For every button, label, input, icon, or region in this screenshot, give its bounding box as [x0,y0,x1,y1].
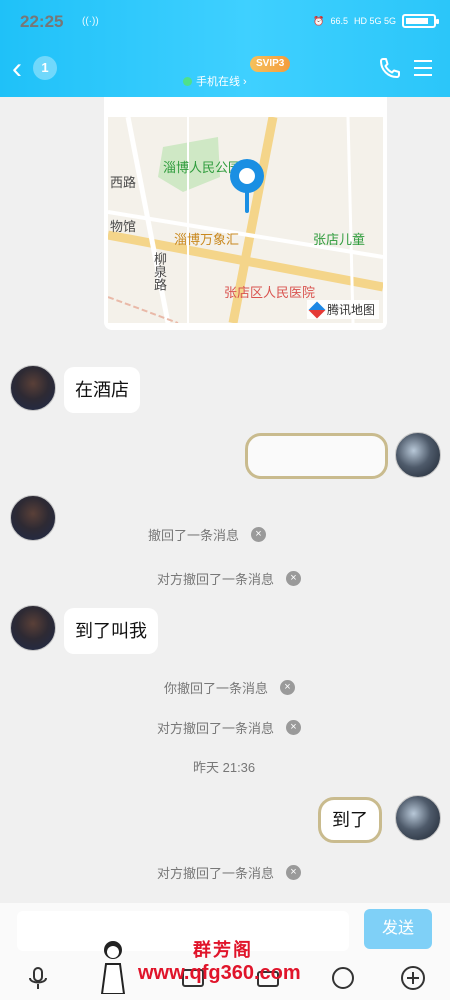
map-label: 西路 [110,175,137,190]
map-attribution-label: 腾讯地图 [326,303,375,317]
map-view[interactable]: 淄博人民公园 西路 物馆 淄博万象汇 张店儿童 柳泉路 张店区人民医院 腾讯地图 [108,117,383,323]
close-icon[interactable]: × [286,865,302,880]
vip-badge: SVIP3 [250,56,291,72]
message-bubble[interactable]: 到了叫我 [64,608,158,654]
microphone-icon[interactable] [25,965,51,991]
online-status[interactable]: 手机在线 › [183,73,247,89]
avatar[interactable] [10,495,56,541]
phone-icon[interactable] [378,56,402,80]
alarm-icon: ⏰ [313,15,325,26]
online-dot-icon [183,76,192,86]
system-notice-text: 撤回了一条消息 [148,528,240,543]
menu-icon[interactable] [414,60,432,76]
system-notice: 对方撤回了一条消息 × [157,569,302,588]
close-icon[interactable]: × [251,527,267,542]
online-status-label: 手机在线 › [196,76,247,88]
tencent-map-icon [308,301,326,318]
location-pin-icon [230,159,264,213]
close-icon[interactable]: × [286,720,302,735]
map-label: 柳泉路 [152,252,167,291]
speed-indicator: 66.5 [330,16,348,26]
system-notice: 撤回了一条消息 × [148,525,267,544]
status-icons: ⏰ 66.5 HD 5G 5G [313,14,439,28]
watermark-url: www.qfg360.com [138,962,301,984]
timestamp: 昨天 21:36 [193,760,256,775]
close-icon[interactable]: × [286,571,302,586]
clock: 22:25 [20,12,64,31]
avatar[interactable] [395,795,441,841]
plus-icon[interactable] [400,965,426,991]
system-notice-text: 你撤回了一条消息 [164,681,269,696]
map-attribution: 腾讯地图 [306,300,379,319]
watermark: 群芳阁 www.qfg360.com [138,940,301,985]
message-input[interactable] [17,911,349,951]
map-label: 淄博万象汇 [174,232,240,247]
system-notice: 你撤回了一条消息 × [164,678,296,697]
system-notice-text: 对方撤回了一条消息 [157,572,275,587]
location-card[interactable]: 淄博人民公园 西路 物馆 淄博万象汇 张店儿童 柳泉路 张店区人民医院 腾讯地图 [104,97,387,330]
avatar[interactable] [10,365,56,411]
system-notice-text: 对方撤回了一条消息 [157,721,275,736]
map-label: 物馆 [110,219,137,234]
status-bar: 22:25 ((·)) ⏰ 66.5 HD 5G 5G [20,12,439,34]
system-notice: 对方撤回了一条消息 × [157,718,302,737]
watermark-figure-icon [100,941,126,994]
avatar[interactable] [10,605,56,651]
emoji-icon[interactable] [330,965,356,991]
signal-icon: HD 5G 5G [353,16,396,26]
message-bubble[interactable]: —— [245,433,388,479]
system-notice: 对方撤回了一条消息 × [157,863,302,882]
message-bubble[interactable]: 到了 [318,797,382,843]
battery-icon [402,14,439,28]
unread-badge[interactable]: 1 [33,56,57,80]
system-notice-text: 对方撤回了一条消息 [157,866,275,881]
message-bubble[interactable]: 在酒店 [64,367,140,413]
avatar[interactable] [395,432,441,478]
watermark-title: 群芳阁 [193,940,253,960]
map-label: 张店儿童 [313,232,366,247]
nfc-icon: ((·)) [82,16,99,27]
back-chevron-icon[interactable]: ‹ [12,54,22,84]
title-bar: 22:25 ((·)) ⏰ 66.5 HD 5G 5G ‹ 1 SVIP3 手机… [0,0,450,97]
map-label: 张店区人民医院 [224,285,316,300]
close-icon[interactable]: × [280,680,296,695]
send-button[interactable]: 发送 [364,909,432,949]
